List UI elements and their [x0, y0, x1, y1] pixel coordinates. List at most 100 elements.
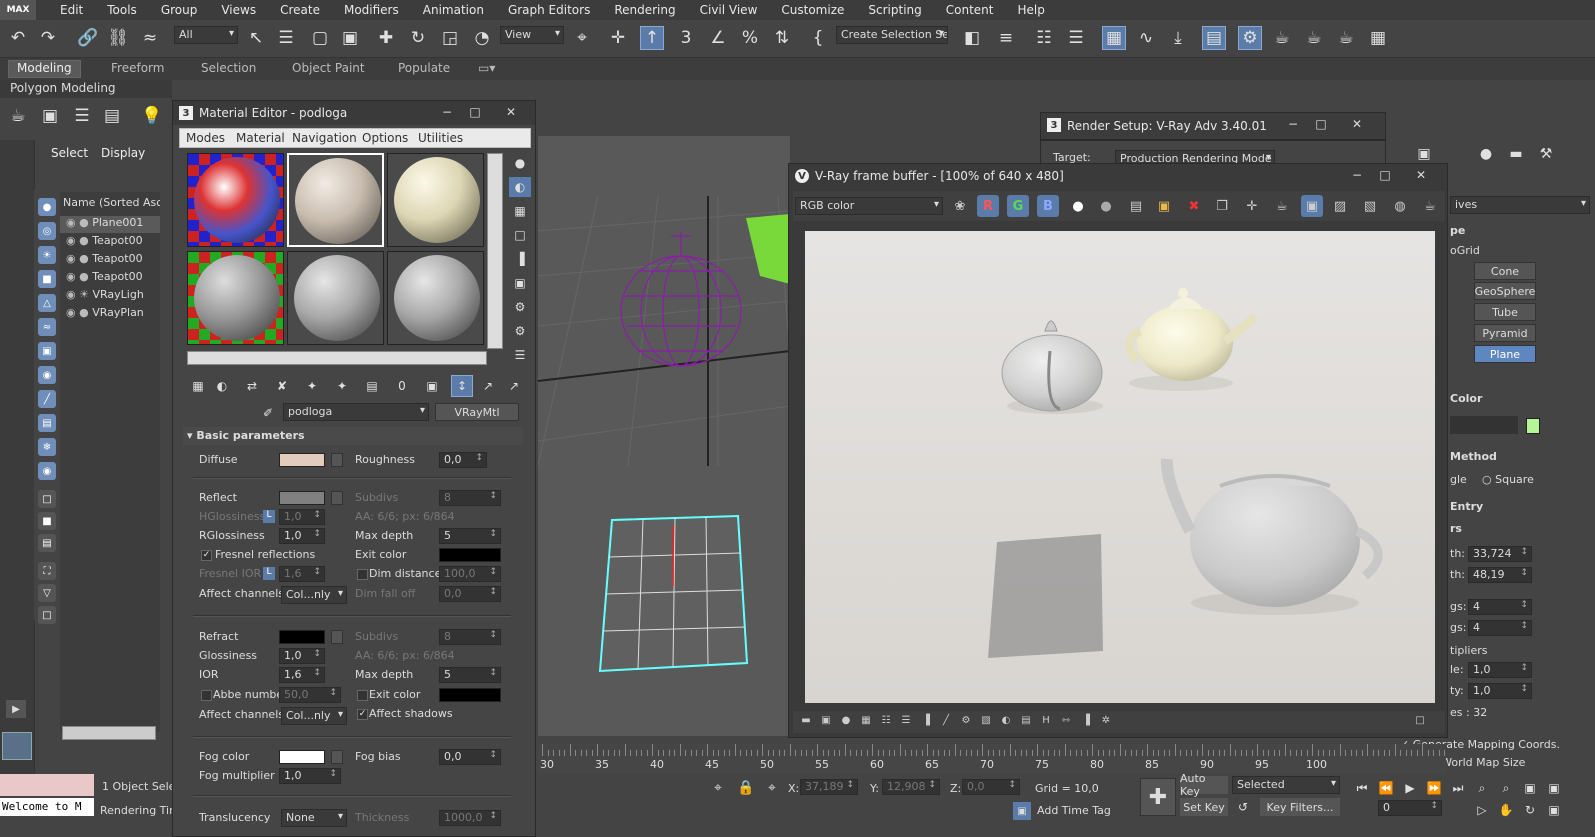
wrench-icon[interactable]: ⚒ [1534, 142, 1558, 166]
percent-snap-icon[interactable]: % [738, 26, 762, 50]
pick-material-eyedropper-icon[interactable]: ✐ [257, 403, 279, 423]
tab-selection[interactable]: Selection [201, 61, 256, 75]
maxscript-listener-top[interactable] [0, 774, 94, 796]
bind-space-warp-icon[interactable]: ≈ [138, 26, 162, 50]
get-material-icon[interactable]: ▦ [187, 375, 209, 397]
x-coordinate-field[interactable]: 37,189 [800, 779, 858, 795]
thickness-spinner[interactable]: 1000,0 [439, 810, 501, 826]
vfb-expand-icon[interactable]: □ [1411, 711, 1429, 729]
rect-selection-icon[interactable]: ▢ [308, 26, 332, 50]
snap-3d-icon[interactable]: 3 [674, 26, 698, 50]
reset-map-icon[interactable]: ✘ [271, 375, 293, 397]
zoom-extents-all-icon[interactable]: ▣ [1542, 776, 1566, 800]
spinner-snap-icon[interactable]: ⇅ [770, 26, 794, 50]
tab-modeling[interactable]: Modeling [8, 60, 81, 78]
ior-spinner[interactable]: 1,6 [279, 667, 325, 683]
rglossiness-spinner[interactable]: 1,0 [279, 528, 325, 544]
scene-tab-display[interactable]: Display [101, 146, 145, 160]
pivot-center-icon[interactable]: ⌖ [570, 26, 594, 50]
filter-geometry-icon[interactable]: ● [38, 198, 56, 216]
menu-create[interactable]: Create [268, 3, 332, 17]
angle-snap-icon[interactable]: ∠ [706, 26, 730, 50]
show-end-result-icon[interactable]: ↕ [451, 375, 473, 397]
go-to-start-icon[interactable]: ⏮ [1350, 776, 1374, 800]
select-manipulate-icon[interactable]: ✛ [606, 26, 630, 50]
go-to-parent-icon[interactable]: ↗ [477, 375, 499, 397]
material-type-button[interactable]: VRayMtl [435, 403, 519, 421]
vfb-tool-icon[interactable]: H [1037, 711, 1055, 729]
channel-dropdown[interactable]: RGB color [795, 197, 943, 215]
select-by-material-icon[interactable]: ⚙ [509, 321, 531, 341]
menu-scripting[interactable]: Scripting [856, 3, 933, 17]
menu-rendering[interactable]: Rendering [602, 3, 687, 17]
teapot-wireframe[interactable] [620, 231, 742, 367]
orbit-icon[interactable]: ↻ [1518, 798, 1542, 822]
length-segs-spinner[interactable]: 4 [1468, 599, 1532, 615]
key-selection-dropdown[interactable]: Selected [1232, 776, 1340, 794]
render-icon[interactable]: ☕ [1271, 195, 1293, 217]
affect-channels-dropdown[interactable]: Col...nly [281, 586, 347, 604]
refract-subdivs-spinner[interactable]: 8 [439, 629, 501, 645]
abbe-checkbox[interactable] [201, 690, 212, 701]
list-item[interactable]: ◉ ● Teapot00 [60, 234, 160, 251]
red-channel-icon[interactable]: R [977, 195, 999, 217]
method-square-radio[interactable]: ○ Square [1482, 473, 1534, 486]
maximize-icon[interactable]: □ [1373, 167, 1397, 183]
scene-explorer-toggle-icon[interactable]: ☷ [1032, 26, 1056, 50]
options-icon[interactable]: ⚙ [509, 297, 531, 317]
roughness-spinner[interactable]: 0,0 [439, 452, 487, 468]
z-coordinate-field[interactable]: 0,0 [962, 779, 1020, 795]
menu-edit[interactable]: Edit [48, 3, 95, 17]
visibility-eye-icon[interactable]: ◉ ● [60, 270, 89, 283]
filter-spacewarps-icon[interactable]: ≈ [38, 318, 56, 336]
tab-freeform[interactable]: Freeform [111, 61, 164, 75]
selection-filter-dropdown[interactable]: All [174, 26, 238, 44]
green-channel-icon[interactable]: G [1007, 195, 1029, 217]
material-name-field[interactable]: podloga [283, 403, 429, 421]
density-spinner[interactable]: 1,0 [1468, 683, 1532, 699]
blue-channel-icon[interactable]: B [1037, 195, 1059, 217]
filter-groups-icon[interactable]: ▣ [38, 342, 56, 360]
lens-effects-icon[interactable]: ◍ [1389, 195, 1411, 217]
absolute-mode-icon[interactable]: ⌖ [760, 776, 784, 800]
list-item[interactable]: ◉ ● VRayPlan [60, 306, 160, 323]
current-frame-field[interactable]: 0 [1378, 800, 1442, 816]
tab-populate[interactable]: Populate [398, 61, 450, 75]
filter-cameras-icon[interactable]: ■ [38, 270, 56, 288]
key-mode-icon[interactable]: ↺ [1232, 798, 1254, 816]
menu-options[interactable]: Options [362, 131, 408, 145]
affect-shadows-checkbox[interactable]: ✓ [357, 709, 368, 720]
layer-icon[interactable]: □ [38, 606, 56, 624]
vfb-tool-icon[interactable]: ╱ [937, 711, 955, 729]
backlight-icon[interactable]: ◐ [509, 177, 531, 197]
filter-containers-icon[interactable]: ▤ [38, 414, 56, 432]
vfb-tool-icon[interactable]: ◐ [997, 711, 1015, 729]
menu-help[interactable]: Help [1006, 3, 1057, 17]
clear-image-icon[interactable]: ✖ [1183, 195, 1205, 217]
render-production-icon[interactable]: ☕ [1334, 26, 1358, 50]
reflect-color-swatch[interactable] [279, 491, 325, 505]
rendered-frame-window-icon[interactable]: ☕ [1302, 26, 1326, 50]
set-key-button[interactable]: Set Key [1180, 798, 1228, 816]
width-segs-spinner[interactable]: 4 [1468, 620, 1532, 636]
funnel-icon[interactable]: ▽ [38, 584, 56, 602]
duplicate-to-max-vfb-icon[interactable]: ❐ [1211, 195, 1233, 217]
filter-helpers-icon[interactable]: △ [38, 294, 56, 312]
previous-frame-icon[interactable]: ⏪ [1374, 776, 1398, 800]
material-id-icon[interactable]: 0 [391, 375, 413, 397]
refract-max-depth-spinner[interactable]: 5 [439, 667, 501, 683]
filter-frozen-icon[interactable]: ❄ [38, 438, 56, 456]
go-forward-sibling-icon[interactable]: ↗ [503, 375, 525, 397]
display-tab-icon[interactable]: ● [1474, 142, 1498, 166]
rendered-image[interactable] [805, 231, 1435, 703]
hglossiness-spinner[interactable]: 1,0 [279, 509, 325, 525]
link-icon[interactable]: 🔗 [76, 26, 100, 50]
filter-xrefs-icon[interactable]: ◉ [38, 366, 56, 384]
assign-material-icon[interactable]: ⇄ [241, 375, 263, 397]
dim-falloff-spinner[interactable]: 0,0 [439, 586, 501, 602]
pyramid-button[interactable]: Pyramid [1474, 324, 1536, 342]
maxscript-listener[interactable]: Welcome to M [0, 798, 94, 816]
unlink-icon[interactable]: ⛓ [106, 26, 130, 50]
target-dropdown[interactable]: Production Rendering Mode [1115, 150, 1275, 163]
menu-customize[interactable]: Customize [769, 3, 856, 17]
